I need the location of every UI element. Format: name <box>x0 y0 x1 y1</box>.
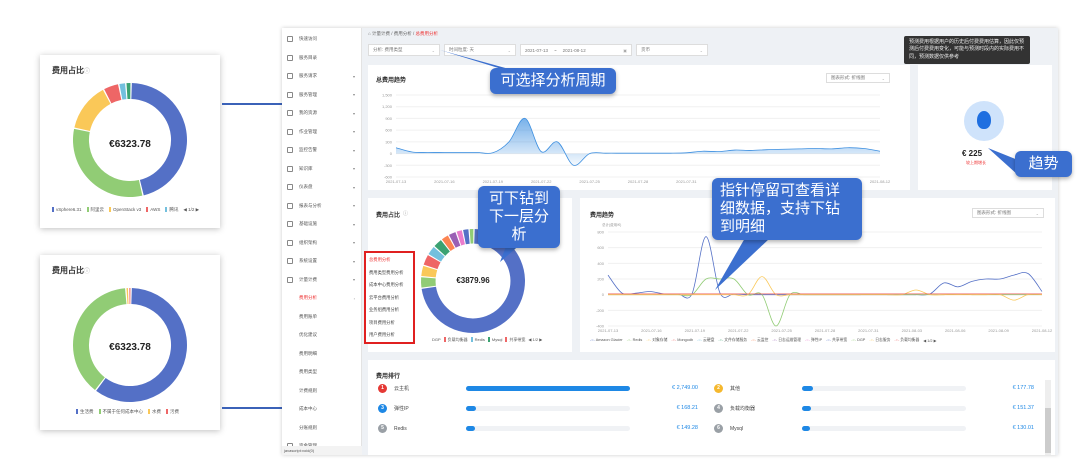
callout-period: 可选择分析周期 <box>490 68 616 94</box>
callout-trend: 趋势 <box>1015 151 1072 177</box>
callout-hover: 指针停留可查看详细数据，支持下钻到明细 <box>712 178 862 240</box>
callout-drill: 可下钻到下一层分析 <box>478 186 560 248</box>
